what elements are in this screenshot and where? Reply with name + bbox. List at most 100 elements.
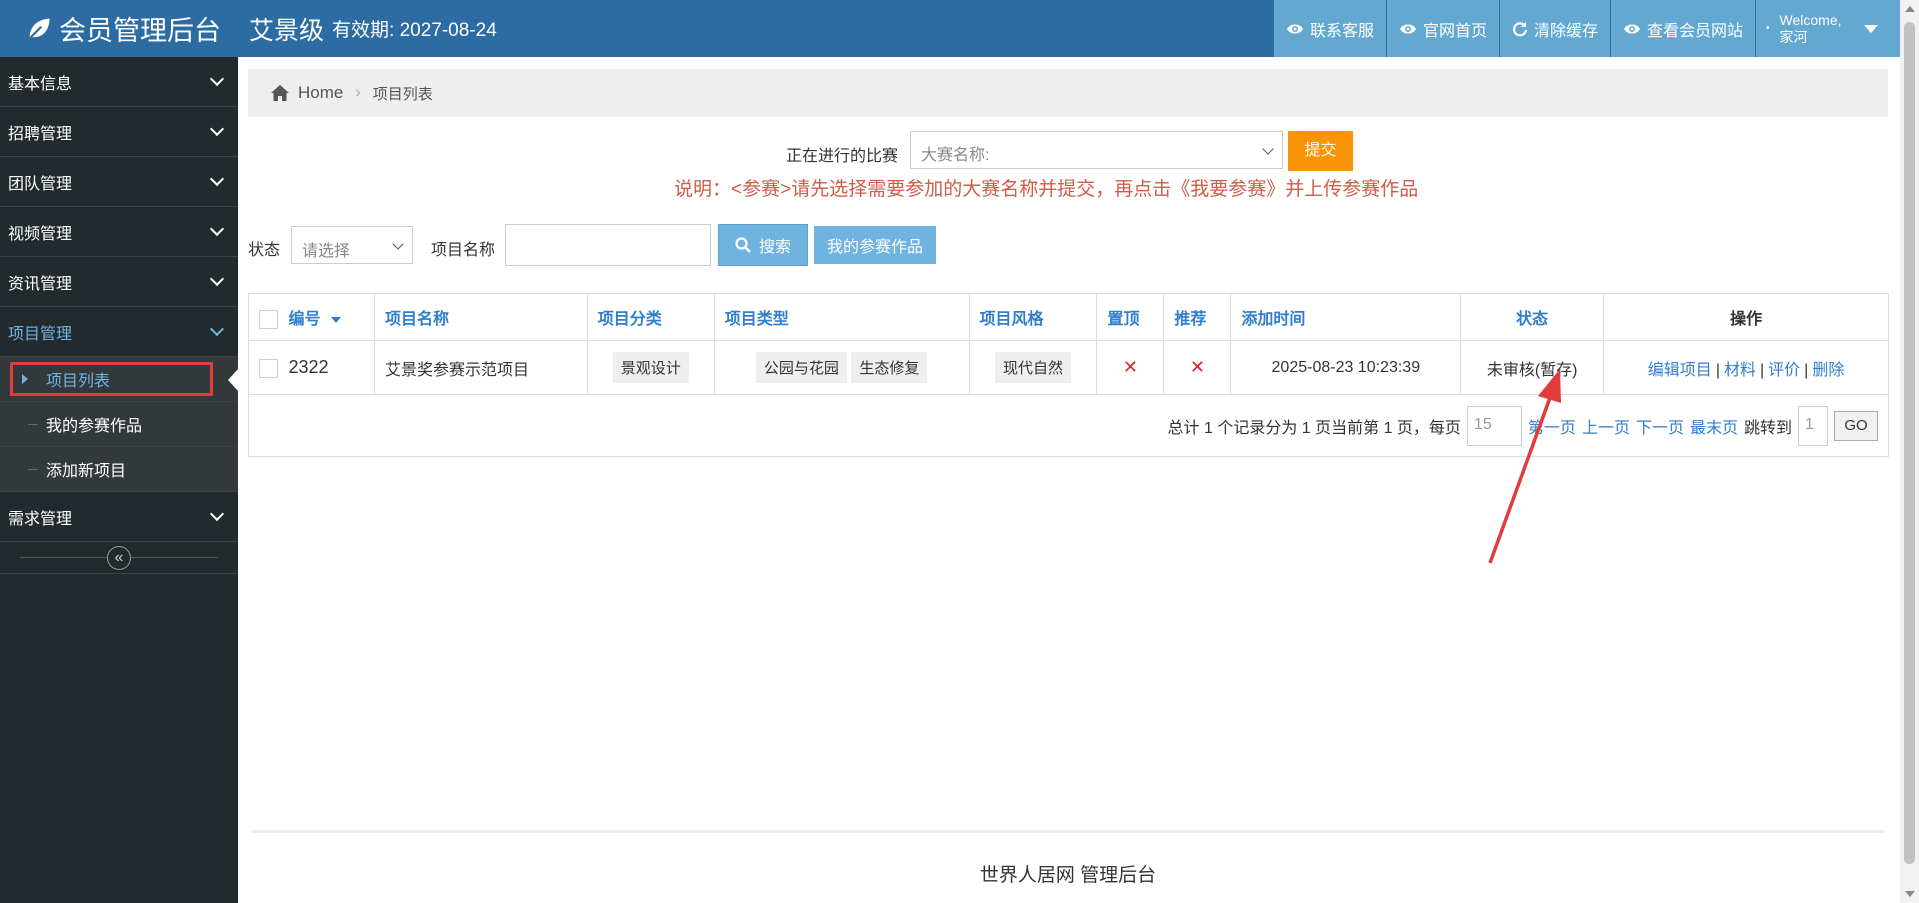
sidebar-item-news[interactable]: 资讯管理 <box>0 257 238 307</box>
project-name-label: 项目名称 <box>431 242 496 259</box>
column-header-status: 状态 <box>1460 293 1605 341</box>
main-content: Home › 项目列表 正在进行的比赛 大赛名称: 提交 说明：<参赛>请先选择… <box>238 57 1900 903</box>
page-scrollbar[interactable] <box>1900 0 1919 903</box>
chevron-down-icon <box>209 71 225 86</box>
sidebar-item-label: 需求管理 <box>8 510 73 528</box>
nav-contact-support[interactable]: 联系客服 <box>1272 0 1386 57</box>
home-icon[interactable] <box>270 84 290 102</box>
submit-button[interactable]: 提交 <box>1288 131 1353 171</box>
edit-project-link[interactable]: 编辑项目 <box>1648 362 1712 379</box>
contest-label: 正在进行的比赛 <box>786 148 899 165</box>
nav-label: 清除缓存 <box>1533 22 1598 40</box>
jump-page-input[interactable]: 1 <box>1798 406 1828 446</box>
scroll-thumb[interactable] <box>1904 22 1915 864</box>
cell-type: 公园与花园 生态修复 <box>713 340 970 395</box>
type-tag: 公园与花园 <box>755 352 847 383</box>
nav-label: 官网首页 <box>1422 22 1487 40</box>
top-navbar: 会员管理后台 艾景级 有效期: 2027-08-24 联系客服 官网首页 清除缓… <box>0 0 1900 57</box>
pagination-summary: 总计 1 个记录分为 1 页当前第 1 页，每页 <box>1167 420 1461 437</box>
jump-label: 跳转到 <box>1743 420 1792 437</box>
column-header-ops: 操作 <box>1603 293 1889 341</box>
breadcrumb-current: 项目列表 <box>372 85 433 103</box>
go-button[interactable]: GO <box>1834 411 1878 441</box>
row-checkbox[interactable] <box>259 359 278 379</box>
my-entries-button[interactable]: 我的参赛作品 <box>814 226 936 264</box>
column-header-type: 项目类型 <box>713 293 970 341</box>
sidebar-item-projects[interactable]: 项目管理 <box>0 307 238 357</box>
breadcrumb-home[interactable]: Home <box>298 83 343 103</box>
column-header-category: 项目分类 <box>586 293 715 341</box>
sidebar-item-demands[interactable]: 需求管理 <box>0 492 238 542</box>
sidebar-item-label: 招聘管理 <box>8 125 73 143</box>
status-filter-select[interactable]: 请选择 <box>291 226 413 264</box>
close-icon[interactable]: ✕ <box>1190 357 1205 377</box>
pagination: 总计 1 个记录分为 1 页当前第 1 页，每页 15 第一页 上一页 下一页 … <box>1168 406 1878 446</box>
refresh-icon <box>1512 21 1528 36</box>
per-page-input[interactable]: 15 <box>1466 406 1522 446</box>
header-nav: 联系客服 官网首页 清除缓存 查看会员网站 • Welcome, 家河 <box>1272 0 1900 57</box>
sidebar: 基本信息 招聘管理 团队管理 视频管理 资讯管理 项目管理 项目列表 我的参赛作… <box>0 57 238 903</box>
sidebar-item-label: 项目管理 <box>8 325 73 343</box>
table-row: 2322 艾景奖参赛示范项目 景观设计 公园与花园 生态修复 现代自然 ✕ ✕ … <box>248 340 1889 395</box>
nav-homepage[interactable]: 官网首页 <box>1385 0 1499 57</box>
chevron-down-icon <box>209 171 225 186</box>
column-header-name: 项目名称 <box>373 293 588 341</box>
next-page-link[interactable]: 下一页 <box>1636 414 1684 438</box>
category-tag: 景观设计 <box>612 352 689 383</box>
select-all-checkbox[interactable] <box>259 310 278 330</box>
brand[interactable]: 会员管理后台 艾景级 有效期: 2027-08-24 <box>25 0 497 57</box>
sidebar-item-team[interactable]: 团队管理 <box>0 157 238 207</box>
type-tag: 生态修复 <box>851 352 928 383</box>
member-name: 艾景级 <box>249 16 325 45</box>
breadcrumb-separator-icon: › <box>355 84 361 101</box>
contest-select[interactable]: 大赛名称: <box>910 131 1283 169</box>
materials-link[interactable]: 材料 <box>1724 362 1756 379</box>
nav-clear-cache[interactable]: 清除缓存 <box>1498 0 1610 57</box>
scroll-down-icon[interactable] <box>1905 891 1915 897</box>
contest-notice: 说明：<参赛>请先选择需要参加的大赛名称并提交，再点击《我要参赛》并上传参赛作品 <box>674 179 1419 200</box>
sidebar-item-basic-info[interactable]: 基本信息 <box>0 57 238 107</box>
app-title: 会员管理后台 <box>59 16 221 46</box>
sidebar-item-recruitment[interactable]: 招聘管理 <box>0 107 238 157</box>
sidebar-subitem-my-entries[interactable]: 我的参赛作品 <box>0 402 238 447</box>
cell-style: 现代自然 <box>968 340 1098 395</box>
project-name-input[interactable] <box>505 224 711 266</box>
sidebar-item-video[interactable]: 视频管理 <box>0 207 238 257</box>
sidebar-subitem-add-project[interactable]: 添加新项目 <box>0 447 238 492</box>
cell-ops: 编辑项目 | 材料 | 评价 | 删除 <box>1603 340 1889 395</box>
delete-link[interactable]: 删除 <box>1812 362 1844 379</box>
breadcrumb: Home › 项目列表 <box>248 69 1888 117</box>
cell-added: 2025-08-23 10:23:39 <box>1230 340 1462 395</box>
search-button[interactable]: 搜索 <box>718 224 808 266</box>
nav-view-member-site[interactable]: 查看会员网站 <box>1609 0 1755 57</box>
close-icon[interactable]: ✕ <box>1123 357 1138 377</box>
review-link[interactable]: 评价 <box>1768 362 1800 379</box>
collapse-sidebar-icon[interactable]: « <box>107 546 131 570</box>
validity-date: 有效期: 2027-08-24 <box>332 20 497 41</box>
row-id: 2322 <box>288 356 329 377</box>
sidebar-item-label: 团队管理 <box>8 175 73 193</box>
welcome-line2: 家河 <box>1779 28 1808 45</box>
scroll-up-icon[interactable] <box>1905 6 1915 12</box>
eye-icon <box>1623 24 1640 33</box>
table-header-row: 编号 项目名称 项目分类 项目类型 项目风格 置顶 推荐 添加时间 状态 操作 <box>248 293 1889 341</box>
sidebar-subitem-project-list[interactable]: 项目列表 <box>0 357 238 402</box>
user-menu[interactable]: • Welcome, 家河 <box>1755 0 1900 57</box>
column-header-id[interactable]: 编号 <box>248 293 375 341</box>
sidebar-subitem-label: 添加新项目 <box>46 463 127 480</box>
separator: | <box>1804 361 1809 379</box>
sidebar-item-label: 视频管理 <box>8 225 73 243</box>
sort-down-icon <box>330 316 341 323</box>
cell-category: 景观设计 <box>586 340 715 395</box>
separator: | <box>1759 361 1765 379</box>
status-filter-value: 请选择 <box>302 243 351 260</box>
chevron-down-icon <box>209 321 225 336</box>
tree-line <box>28 424 38 425</box>
caret-down-icon <box>1863 24 1878 33</box>
project-table-wrap: 编号 项目名称 项目分类 项目类型 项目风格 置顶 推荐 添加时间 状态 操作 <box>248 293 1889 457</box>
welcome-line1: Welcome, <box>1779 11 1842 28</box>
projects-submenu: 项目列表 我的参赛作品 添加新项目 <box>0 357 238 492</box>
last-page-link[interactable]: 最末页 <box>1690 414 1738 438</box>
first-page-link[interactable]: 第一页 <box>1528 414 1576 438</box>
prev-page-link[interactable]: 上一页 <box>1582 414 1630 438</box>
